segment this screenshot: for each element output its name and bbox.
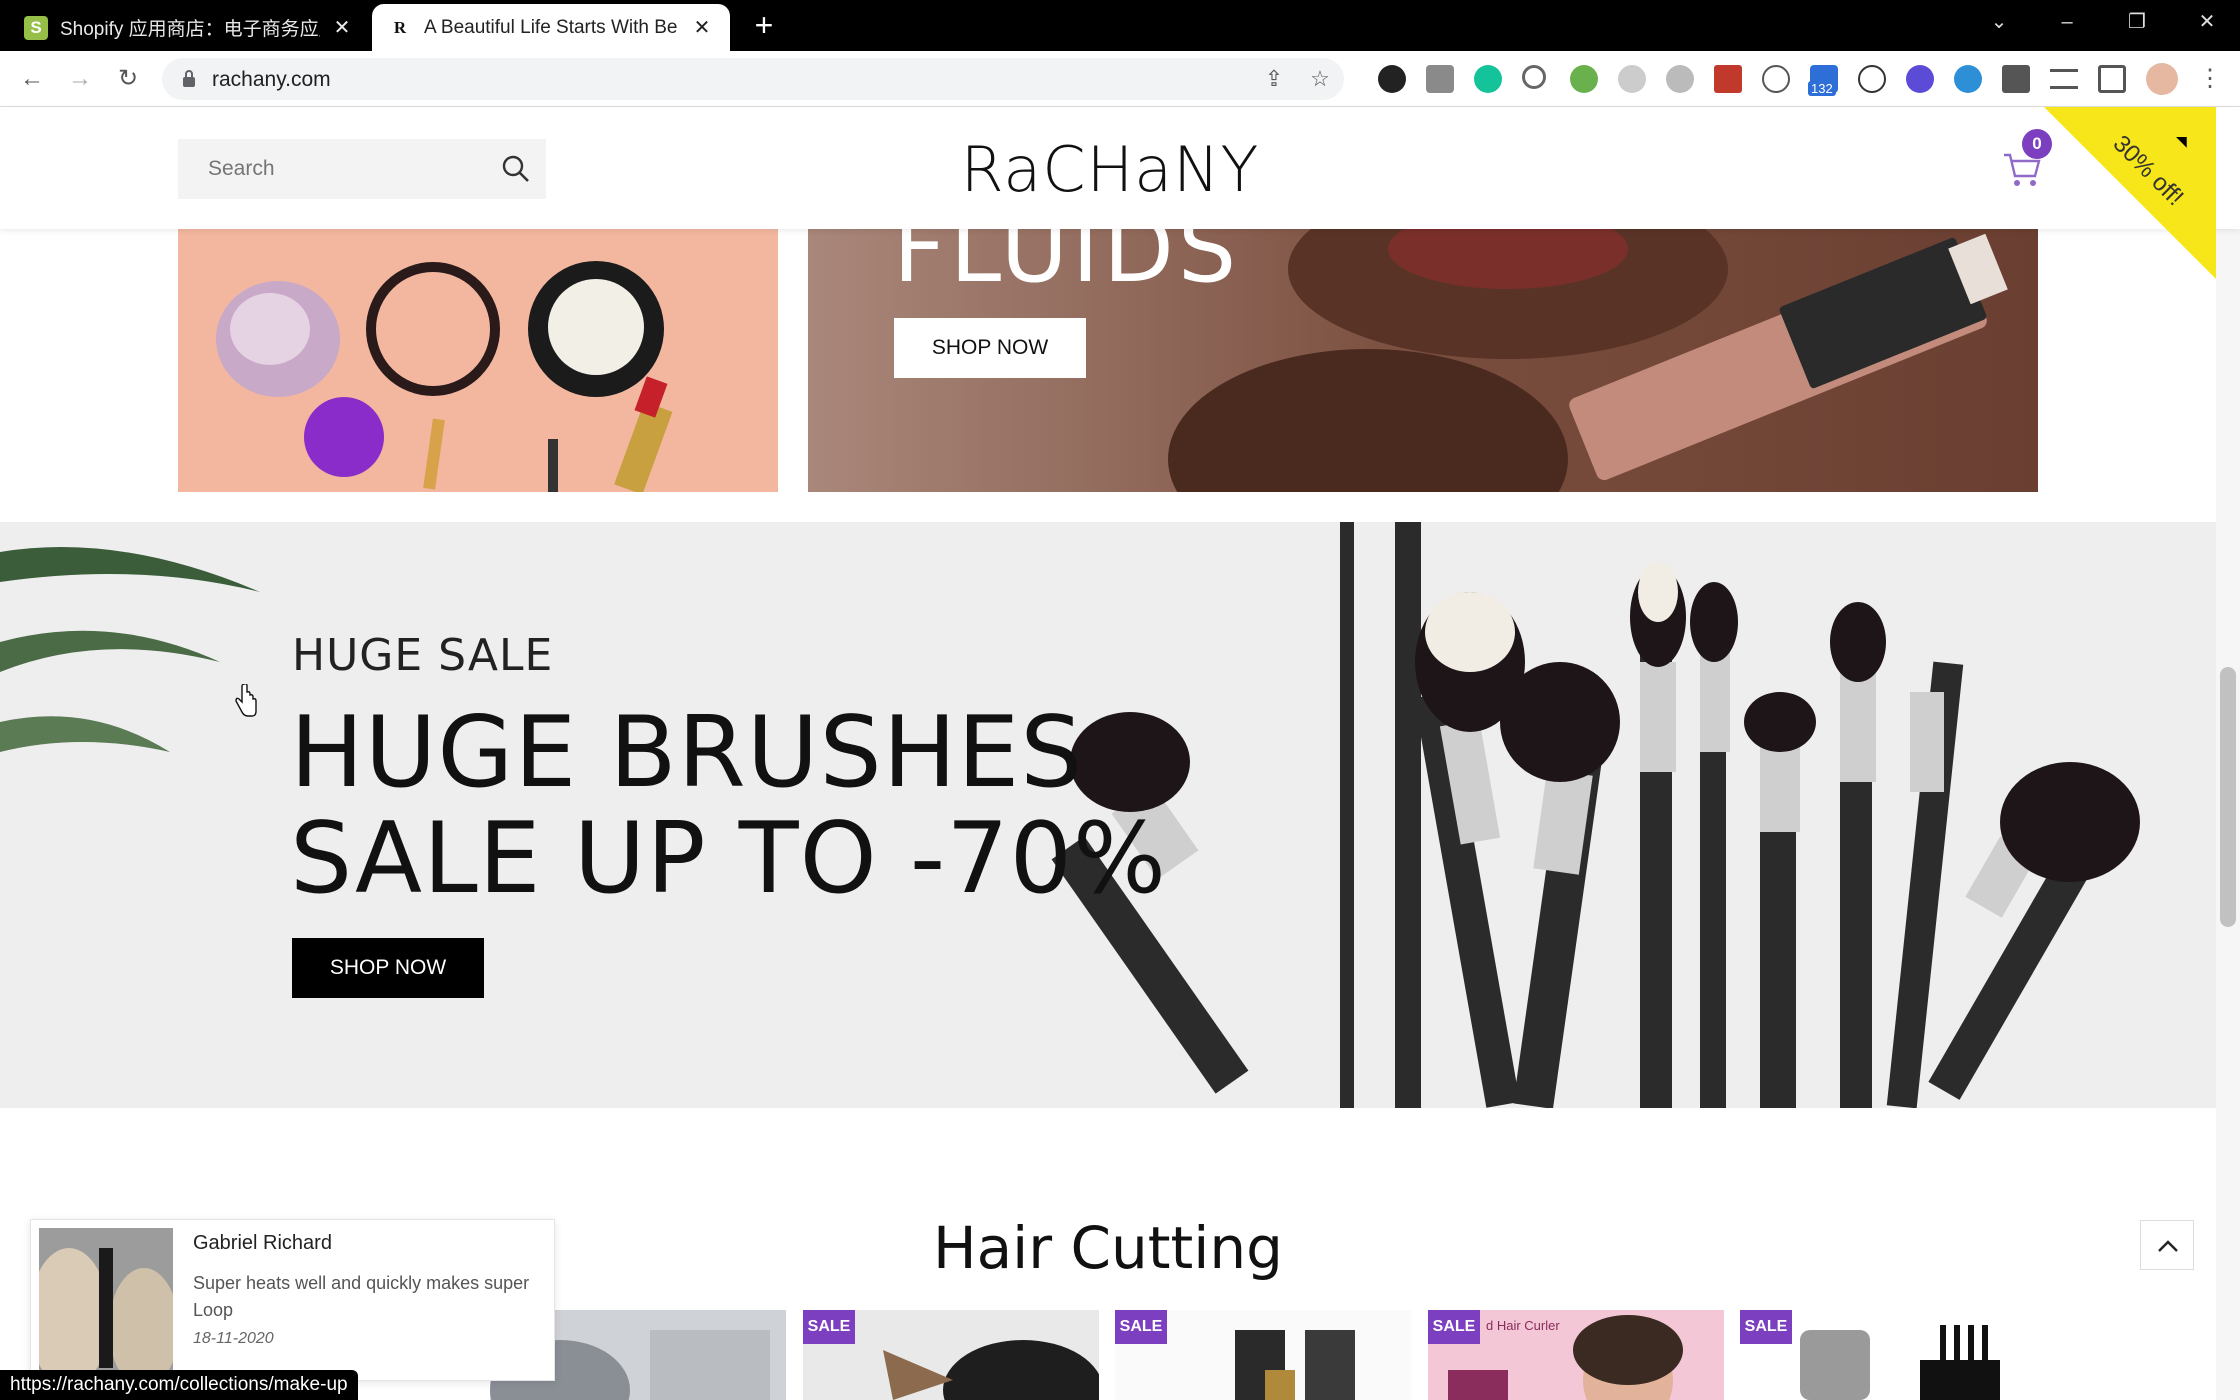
link-status-bar: https://rachany.com/collections/make-up [0,1370,358,1400]
product-card-4[interactable]: SALE d Hair Curler [1428,1310,1724,1400]
extension-move-icon[interactable] [1858,65,1886,93]
close-icon[interactable]: ✕ [690,15,714,40]
new-tab-button[interactable]: + [748,9,780,42]
grammarly-icon[interactable] [1474,65,1502,93]
hero-title: HUGE BRUSHES SALE UP TO -70% [290,700,1167,912]
search-input[interactable] [178,139,478,199]
promo-corner-ribbon[interactable]: 30% off! ◥ [2044,107,2216,279]
corner-arrow-icon: ◥ [2176,133,2187,149]
chevron-up-icon [2158,1240,2178,1252]
sale-badge: SALE [1115,1310,1167,1344]
extension-b-icon[interactable] [1426,65,1454,93]
hero-title-line-2: SALE UP TO -70% [290,802,1168,916]
side-panel-icon[interactable] [2098,65,2126,93]
makeup-products-illustration [178,229,778,492]
menu-dots-icon[interactable]: ⋮ [2194,63,2226,95]
forward-button[interactable]: → [64,63,96,95]
browser-toolbar: ← → ↻ rachany.com ⇪ ☆ 132 ⋮ [0,51,2240,107]
close-window-button[interactable]: ✕ [2176,0,2238,44]
extension-grey-icon[interactable] [1618,65,1646,93]
bookmark-star-icon[interactable]: ☆ [1308,67,1332,91]
reviewer-name: Gabriel Richard [193,1232,332,1254]
tab-shopify-app-store[interactable]: S Shopify 应用商店：电子商务应用 ✕ [8,4,370,51]
search-box [178,139,546,199]
address-bar[interactable]: rachany.com ⇪ ☆ [162,58,1344,100]
extension-at-icon[interactable] [1954,65,1982,93]
extension-chat-icon[interactable] [1906,65,1934,93]
extension-flag-icon[interactable] [1714,65,1742,93]
review-thumbnail [39,1228,173,1374]
tab-rachany[interactable]: R A Beautiful Life Starts With Be ✕ [372,4,730,51]
browser-tab-bar: S Shopify 应用商店：电子商务应用 ✕ R A Beautiful Li… [0,0,2240,51]
makeup-banner-image[interactable] [178,229,778,492]
extension-grey2-icon[interactable] [1666,65,1694,93]
search-icon[interactable] [500,153,532,185]
product-card-2[interactable]: SALE [803,1310,1099,1400]
profile-avatar[interactable] [2146,63,2178,95]
scrollbar-thumb[interactable] [2220,667,2236,927]
tab-title: A Beautiful Life Starts With Be [424,16,678,38]
extension-badge: 132 [1808,81,1836,96]
product-caption: d Hair Curler [1486,1318,1560,1333]
hand-cursor-icon [235,684,257,717]
hero-kicker: HUGE SALE [292,630,554,681]
product-card-3[interactable]: SALE [1115,1310,1411,1400]
review-message: Super heats well and quickly makes super… [193,1273,530,1320]
shopify-icon: S [24,15,48,40]
review-popup[interactable]: Gabriel Richard Super heats well and qui… [30,1219,555,1381]
sale-badge: SALE [1428,1310,1480,1344]
site-header: RaCHaNY 0 [0,107,2240,229]
sale-badge: SALE [1740,1310,1792,1344]
back-button[interactable]: ← [16,63,48,95]
site-logo[interactable]: RaCHaNY [950,135,1270,205]
search-extension-icon[interactable] [1522,65,1546,89]
url-text: rachany.com [212,68,331,91]
restore-button[interactable]: ❐ [2106,0,2168,44]
tab-title: Shopify 应用商店：电子商务应用 [60,19,320,40]
media-control-icon[interactable] [2050,69,2078,89]
rachany-favicon: R [393,17,407,37]
lock-icon [183,70,195,87]
screen: S Shopify 应用商店：电子商务应用 ✕ R A Beautiful Li… [0,0,2240,1400]
fluids-shop-now-button[interactable]: SHOP NOW [894,318,1086,378]
hero-shop-now-button[interactable]: SHOP NOW [292,938,484,998]
extension-k-icon[interactable] [1378,65,1406,93]
review-date: 18-11-2020 [193,1330,274,1347]
sale-badge: SALE [803,1310,855,1344]
scroll-to-top-button[interactable] [2140,1220,2194,1270]
section-title: Hair Cutting [933,1214,1283,1282]
tab-search-icon[interactable]: ⌄ [1968,0,2030,44]
close-icon[interactable]: ✕ [330,15,354,40]
extension-50-icon[interactable] [1570,65,1598,93]
page-scrollbar[interactable] [2216,107,2240,1400]
hero-title-line-1: HUGE BRUSHES [290,696,1084,810]
extensions-puzzle-icon[interactable] [2002,65,2030,93]
share-icon[interactable]: ⇪ [1262,67,1286,91]
minimize-button[interactable]: – [2036,0,2098,44]
reload-button[interactable]: ↻ [112,63,144,95]
product-card-5[interactable]: SALE [1740,1310,2036,1400]
extension-ghost-icon[interactable] [1762,65,1790,93]
